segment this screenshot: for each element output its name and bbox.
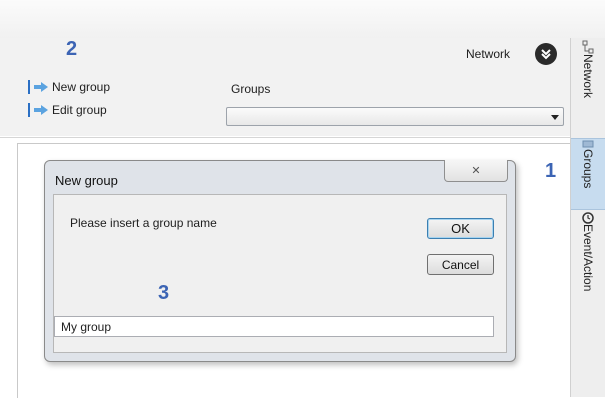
tab-groups[interactable]: Groups <box>571 138 605 210</box>
tab-event-action[interactable]: Event/Action <box>571 212 605 327</box>
groups-label: Groups <box>231 82 271 96</box>
group-name-input[interactable]: My group <box>54 316 494 337</box>
groups-icon <box>582 140 594 148</box>
double-chevron-down-icon <box>541 49 551 60</box>
network-collapse-icon[interactable] <box>535 43 557 65</box>
groups-select[interactable] <box>226 107 564 126</box>
action-bar <box>28 80 30 94</box>
clock-icon <box>582 212 594 224</box>
marker-1: 1 <box>545 160 557 182</box>
marker-2: 2 <box>66 38 78 60</box>
network-label: Network <box>466 47 511 61</box>
tab-network-label: Network <box>581 54 595 99</box>
edit-group-action[interactable]: Edit group <box>28 102 107 118</box>
window-titlebar <box>0 0 605 39</box>
edit-group-label: Edit group <box>52 103 107 117</box>
new-group-label: New group <box>52 80 111 94</box>
tab-event-action-label: Event/Action <box>581 224 595 292</box>
tab-network[interactable]: Network <box>571 40 605 135</box>
cancel-button[interactable]: Cancel <box>427 254 494 275</box>
arrow-right-icon <box>34 105 48 115</box>
arrow-right-icon <box>34 82 48 92</box>
dialog-title: New group <box>55 173 118 188</box>
ok-button[interactable]: OK <box>427 218 494 239</box>
chevron-down-icon <box>551 115 559 120</box>
dialog-prompt: Please insert a group name <box>70 216 217 230</box>
close-icon: ✕ <box>471 165 481 177</box>
dialog-close-button[interactable]: ✕ <box>444 160 508 182</box>
marker-3: 3 <box>158 282 170 304</box>
tab-groups-label: Groups <box>581 149 595 189</box>
network-icon <box>582 40 594 54</box>
new-group-action[interactable]: New group <box>28 79 110 95</box>
action-bar <box>28 103 30 117</box>
